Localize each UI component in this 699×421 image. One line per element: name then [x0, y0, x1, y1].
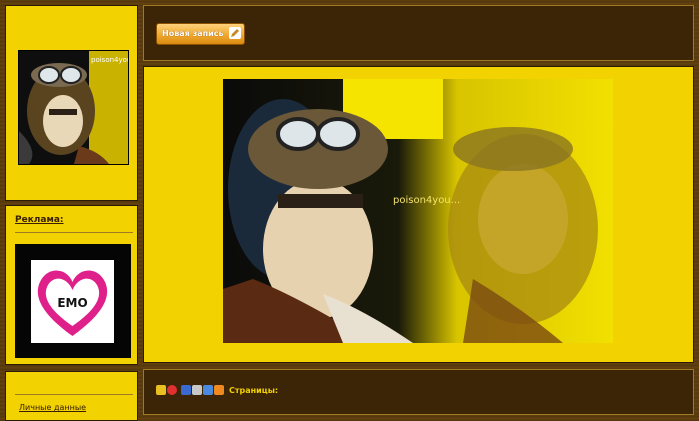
share-row: Страницы: — [156, 385, 278, 395]
ad-banner-inner: EMO — [31, 260, 114, 343]
personal-data-link[interactable]: Личные данные — [19, 403, 86, 412]
pencil-icon — [228, 27, 241, 39]
post-content: poison4you... — [143, 66, 694, 363]
avatar-caption: poison4you — [91, 56, 129, 64]
new-post-label: Новая запись — [162, 29, 224, 38]
avatar[interactable]: poison4you — [18, 50, 129, 165]
toolbar: Новая запись — [143, 5, 694, 61]
ads-title: Реклама: — [15, 215, 64, 225]
bookmark-icon[interactable] — [181, 385, 191, 395]
divider — [15, 394, 133, 395]
divider — [15, 232, 133, 233]
heart-icon: EMO — [37, 270, 108, 336]
avatar-panel: poison4you — [5, 5, 138, 201]
new-post-button[interactable]: Новая запись — [156, 23, 245, 45]
ad-banner-text: EMO — [57, 296, 87, 310]
links-panel: Личные данные — [5, 371, 138, 421]
ads-panel: Реклама: EMO — [5, 205, 138, 365]
pages-label: Страницы: — [229, 385, 279, 395]
post-image[interactable]: poison4you... — [223, 79, 613, 343]
print-icon[interactable] — [192, 385, 202, 395]
thumb-icon[interactable] — [156, 385, 166, 395]
rss-icon[interactable] — [214, 385, 224, 395]
ad-banner[interactable]: EMO — [15, 244, 131, 358]
stop-icon[interactable] — [167, 385, 177, 395]
post-image-caption: poison4you... — [393, 195, 460, 206]
email-icon[interactable] — [203, 385, 213, 395]
avatar-image — [19, 51, 128, 164]
post-footer: Страницы: — [143, 369, 694, 415]
